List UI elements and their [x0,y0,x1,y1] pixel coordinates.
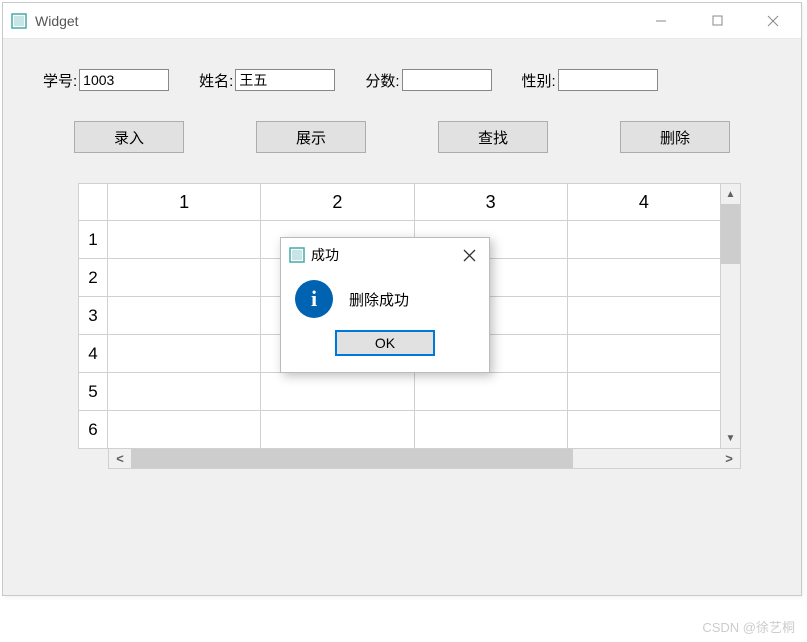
col-headers: 1 2 3 4 [108,183,721,221]
student-id-input[interactable] [79,69,169,91]
cell[interactable] [108,411,261,449]
show-button[interactable]: 展示 [256,121,366,153]
dialog-message: 删除成功 [349,289,409,310]
vertical-scrollbar[interactable]: ▲ ▼ [721,183,741,449]
dialog-close-button[interactable] [449,238,489,272]
scroll-up-icon[interactable]: ▲ [721,184,740,204]
cell[interactable] [108,297,261,335]
form-row: 学号: 姓名: 分数: 性别: [3,39,801,101]
cell[interactable] [108,259,261,297]
app-icon [289,247,305,263]
scroll-down-icon[interactable]: ▼ [721,428,740,448]
search-button[interactable]: 查找 [438,121,548,153]
cell[interactable] [415,373,568,411]
table-row [108,411,721,449]
cell[interactable] [568,373,721,411]
scroll-left-icon[interactable]: < [109,451,131,466]
cell[interactable] [568,221,721,259]
window-title: Widget [35,13,633,29]
row-header[interactable]: 5 [78,373,108,411]
delete-button[interactable]: 删除 [620,121,730,153]
cell[interactable] [261,373,414,411]
horizontal-scrollbar[interactable]: < > [108,449,741,469]
info-icon: i [295,280,333,318]
window-controls [633,3,801,38]
cell[interactable] [568,259,721,297]
watermark: CSDN @徐艺桐 [702,617,795,636]
name-input[interactable] [235,69,335,91]
cell[interactable] [108,221,261,259]
dialog-body: i 删除成功 [281,272,489,330]
table-row [108,373,721,411]
minimize-button[interactable] [633,3,689,38]
maximize-button[interactable] [689,3,745,38]
name-label: 姓名: [199,70,233,91]
maximize-icon [712,15,723,26]
col-header[interactable]: 3 [415,183,568,221]
v-scroll-thumb[interactable] [721,204,740,264]
cell[interactable] [568,297,721,335]
scroll-right-icon[interactable]: > [718,451,740,466]
input-button[interactable]: 录入 [74,121,184,153]
button-row: 录入 展示 查找 删除 [3,101,801,173]
close-icon [767,15,779,27]
app-icon [11,13,27,29]
score-label: 分数: [365,70,399,91]
dialog-title: 成功 [311,245,449,265]
col-header[interactable]: 4 [568,183,721,221]
gender-input[interactable] [558,69,658,91]
success-dialog: 成功 i 删除成功 OK [280,237,490,373]
row-header[interactable]: 6 [78,411,108,449]
student-id-label: 学号: [43,70,77,91]
titlebar: Widget [3,3,801,39]
close-button[interactable] [745,3,801,38]
row-headers: 1 2 3 4 5 6 [78,183,108,449]
cell[interactable] [108,373,261,411]
v-scroll-track[interactable] [721,264,740,428]
row-header[interactable]: 3 [78,297,108,335]
score-input[interactable] [402,69,492,91]
cell[interactable] [261,411,414,449]
dialog-titlebar: 成功 [281,238,489,272]
cell[interactable] [108,335,261,373]
close-icon [463,249,476,262]
cell[interactable] [415,411,568,449]
h-scroll-thumb[interactable] [131,449,573,468]
cell[interactable] [568,335,721,373]
minimize-icon [655,15,667,27]
ok-button[interactable]: OK [335,330,435,356]
col-header[interactable]: 2 [261,183,414,221]
row-header[interactable]: 1 [78,221,108,259]
row-header[interactable]: 2 [78,259,108,297]
row-header[interactable]: 4 [78,335,108,373]
table-corner [78,183,108,221]
cell[interactable] [568,411,721,449]
col-header[interactable]: 1 [108,183,261,221]
gender-label: 性别: [522,70,556,91]
